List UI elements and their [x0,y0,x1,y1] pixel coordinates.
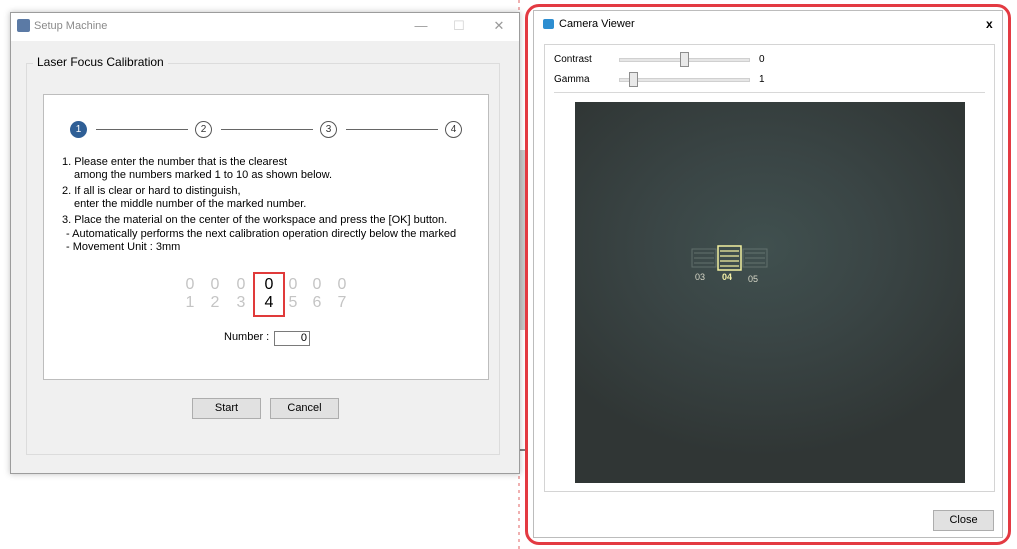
number-label: Number : [224,331,270,343]
minimize-icon[interactable]: — [413,18,429,34]
scale-top-digit: 0 [236,276,246,293]
scale-bottom-digit: 2 [210,294,220,311]
step-connector [221,129,313,130]
setup-window-title: Setup Machine [34,20,108,32]
instruction-line: - Automatically performs the next calibr… [66,228,457,240]
instruction-line: among the numbers marked 1 to 10 as show… [74,169,333,181]
setup-title-bar[interactable]: Setup Machine — ☐ ✕ [11,13,519,41]
start-button[interactable]: Start [192,398,261,419]
setup-machine-window: Setup Machine — ☐ ✕ Laser Focus Calibrat… [10,12,520,474]
instruction-line: 3. Place the material on the center of t… [62,214,448,226]
step-2-indicator: 2 [195,121,212,138]
step-3-indicator: 3 [320,121,337,138]
step-connector [96,129,188,130]
scale-top-digit-selected: 0 [264,276,274,293]
scale-top-digit: 0 [210,276,220,293]
instruction-line: - Movement Unit : 3mm [66,241,181,253]
scale-top-digit: 0 [288,276,298,293]
instruction-line: enter the middle number of the marked nu… [74,198,307,210]
scale-bottom-digit: 1 [185,294,195,311]
cancel-button[interactable]: Cancel [270,398,339,419]
instruction-line: 2. If all is clear or hard to distinguis… [62,185,241,197]
scale-top-digit: 0 [185,276,195,293]
step-1-indicator: 1 [70,121,87,138]
close-icon[interactable]: ✕ [491,18,507,34]
scale-bottom-digit: 3 [236,294,246,311]
scale-bottom-digit: 5 [288,294,298,311]
scale-top-digit: 0 [337,276,347,293]
number-input[interactable]: 0 [274,331,310,346]
step-4-indicator: 4 [445,121,462,138]
maximize-icon[interactable]: ☐ [451,18,467,34]
scale-bottom-digit: 6 [312,294,322,311]
instruction-line: 1. Please enter the number that is the c… [62,156,288,168]
app-icon [17,19,30,32]
group-title: Laser Focus Calibration [33,55,168,69]
highlight-outline [525,4,1011,545]
instruction-panel: 1 2 3 4 1. Please enter the number that … [43,94,489,380]
scale-bottom-digit: 7 [337,294,347,311]
scale-top-digit: 0 [312,276,322,293]
scale-bottom-digit-selected: 4 [264,294,274,311]
step-connector [346,129,438,130]
